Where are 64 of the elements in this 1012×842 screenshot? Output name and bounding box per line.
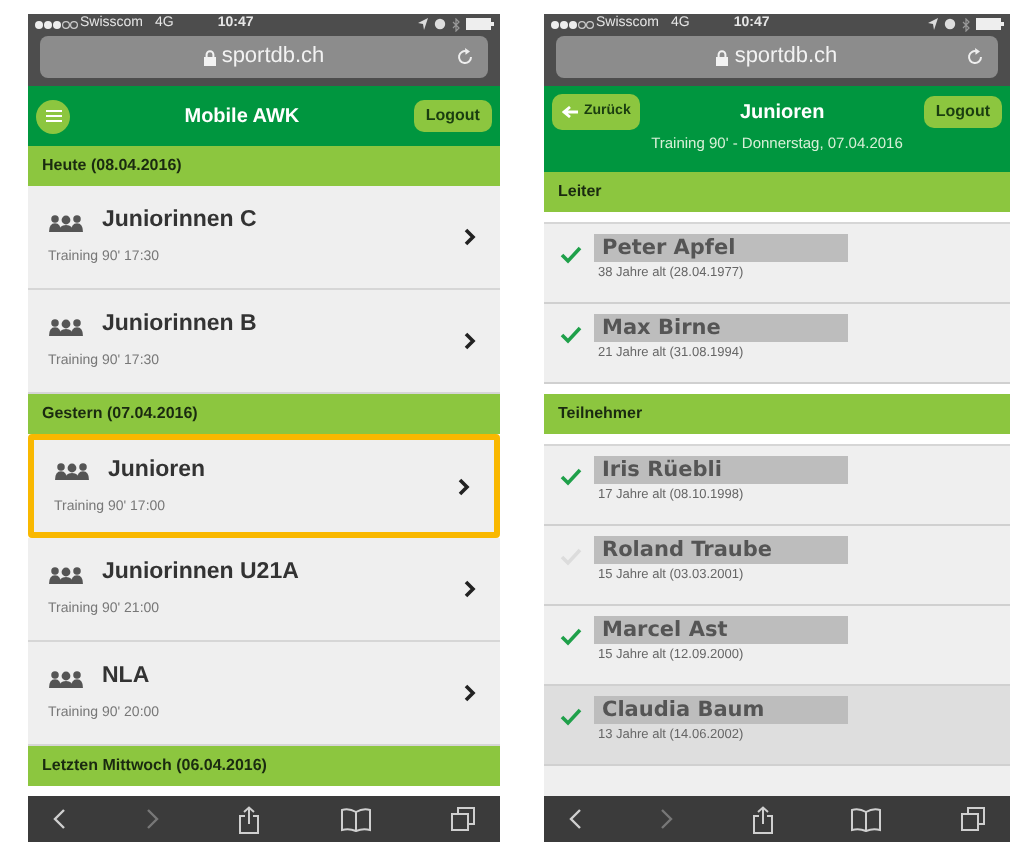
tabs-icon[interactable] — [960, 806, 986, 832]
book-icon[interactable] — [850, 807, 883, 831]
logout-button[interactable]: Logout — [413, 100, 492, 132]
battery-icon — [466, 18, 494, 30]
chevron-right-icon — [458, 477, 470, 495]
person-name: Iris Rüebli — [594, 456, 848, 484]
left-arrow-icon — [562, 106, 578, 118]
lock-icon — [716, 49, 729, 65]
check-icon[interactable] — [560, 628, 582, 646]
person-name: Max Birne — [594, 314, 848, 342]
tabs-icon[interactable] — [450, 806, 476, 832]
book-icon[interactable] — [339, 807, 371, 831]
check-icon[interactable] — [560, 468, 582, 486]
person-name: Marcel Ast — [594, 616, 848, 644]
section-header: Heute (08.04.2016) — [28, 146, 500, 186]
check-icon[interactable] — [560, 326, 582, 344]
team-name: Junioren — [108, 455, 206, 486]
url-text: sportdb.ch — [221, 42, 325, 73]
group-icon — [48, 211, 84, 232]
person-name: Roland Traube — [594, 536, 848, 564]
section-header: Gestern (07.04.2016) — [28, 394, 500, 434]
signal-icon — [550, 19, 594, 29]
check-icon[interactable] — [560, 246, 582, 264]
logout-button[interactable]: Logout — [923, 96, 1002, 128]
lock-icon — [203, 49, 216, 65]
person-name: Claudia Baum — [594, 696, 848, 724]
back-icon[interactable] — [52, 808, 66, 830]
forward-icon[interactable] — [659, 808, 674, 830]
team-name: NLA — [102, 662, 150, 693]
reload-icon[interactable] — [456, 48, 474, 66]
menu-icon — [45, 110, 61, 122]
location-icon — [928, 18, 938, 30]
group-icon — [48, 667, 84, 688]
back-icon[interactable] — [568, 808, 582, 830]
group-icon — [48, 315, 84, 336]
bluetooth-icon — [962, 17, 970, 31]
section-header: Letzten Mittwoch (06.04.2016) — [28, 746, 500, 786]
check-icon[interactable] — [560, 708, 582, 726]
battery-icon — [976, 18, 1004, 30]
reload-icon[interactable] — [966, 48, 984, 66]
header-title: Junioren — [740, 99, 825, 127]
header-title: Mobile AWK — [184, 103, 300, 131]
person-name: Peter Apfel — [594, 234, 848, 262]
chevron-right-icon — [464, 228, 476, 246]
address-bar[interactable]: sportdb.ch — [40, 36, 488, 78]
url-text: sportdb.ch — [734, 42, 838, 73]
share-icon[interactable] — [751, 805, 773, 833]
menu-button[interactable] — [36, 99, 70, 133]
section-header: Teilnehmer — [544, 394, 1010, 434]
share-icon[interactable] — [238, 805, 260, 833]
chevron-right-icon — [464, 684, 476, 702]
team-name: Juniorinnen C — [102, 206, 257, 237]
chevron-right-icon — [464, 332, 476, 350]
team-name: Juniorinnen U21A — [102, 558, 299, 589]
chevron-right-icon — [464, 580, 476, 598]
bluetooth-icon — [452, 17, 460, 31]
section-header: Leiter — [544, 172, 1010, 212]
group-icon — [48, 563, 84, 584]
forward-icon[interactable] — [145, 808, 159, 830]
team-name: Juniorinnen B — [102, 310, 257, 341]
signal-icon — [34, 19, 78, 29]
address-bar[interactable]: sportdb.ch — [556, 36, 998, 78]
group-icon — [54, 460, 90, 481]
location-icon — [418, 18, 428, 30]
